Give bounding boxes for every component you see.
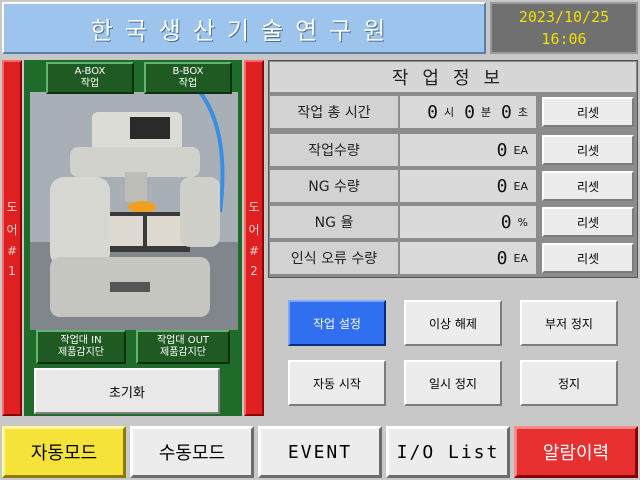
out-sensor-indicator: 작업대 OUT 제품감지단 [136,330,230,364]
total-time-value: 0 시 0 분 0 초 [400,96,536,128]
reset-ng-rate-button[interactable]: 리셋 [542,207,634,237]
door-2-char: 어 [248,223,260,237]
ng-rate-value: 0 % [400,206,536,238]
recognition-error-label: 인식 오류 수량 [270,242,398,274]
work-setting-button[interactable]: 작업 설정 [288,300,386,346]
ng-rate-unit: % [517,215,528,229]
auto-start-button[interactable]: 자동 시작 [288,360,386,406]
door-1-char: # [6,244,18,258]
door-1-char: 어 [6,223,18,237]
app-title: 한국생산기술연구원 [2,2,486,54]
datetime-display: 2023/10/25 16:06 [490,2,638,54]
a-box-line1: A-BOX [74,66,106,77]
minutes-value: 0 [464,101,475,123]
buzzer-stop-button[interactable]: 부저 정지 [520,300,618,346]
door-1-char: 1 [8,264,16,278]
ng-count-value: 0 EA [400,170,536,202]
door-2-indicator: 도 어 # 2 [244,60,264,416]
recognition-error-value: 0 EA [400,242,536,274]
tab-manual-mode[interactable]: 수동모드 [130,426,254,478]
hours-value: 0 [427,101,438,123]
fault-clear-button[interactable]: 이상 해제 [404,300,502,346]
robot-camera-image [30,92,238,330]
out-sensor-line2: 제품감지단 [160,347,206,358]
in-sensor-line1: 작업대 IN [60,335,102,346]
in-sensor-indicator: 작업대 IN 제품감지단 [36,330,126,364]
work-count-value: 0 EA [400,134,536,166]
tab-alarm-history[interactable]: 알람이력 [514,426,638,478]
hours-unit: 시 [443,106,455,119]
work-count-label: 작업수량 [270,134,398,166]
door-2-char: # [248,244,260,258]
reset-recognition-error-button[interactable]: 리셋 [542,243,634,273]
tab-io-list[interactable]: I/O List [386,426,510,478]
tab-auto-mode[interactable]: 자동모드 [2,426,126,478]
reset-work-count-button[interactable]: 리셋 [542,135,634,165]
in-sensor-line2: 제품감지단 [58,347,104,358]
work-info-title: 작업정보 [270,62,636,92]
initialize-button[interactable]: 초기화 [34,368,220,414]
stop-button[interactable]: 정지 [520,360,618,406]
b-box-indicator: B-BOX 작업 [144,62,232,94]
recognition-error-number: 0 [496,247,508,269]
robot-illustration [30,92,238,330]
door-1-char: 도 [6,200,18,214]
ng-count-unit: EA [513,179,528,193]
total-time-label: 작업 총 시간 [270,96,398,128]
date-text: 2023/10/25 [518,8,610,26]
time-text: 16:06 [541,30,587,48]
a-box-indicator: A-BOX 작업 [46,62,134,94]
minutes-unit: 분 [480,106,492,119]
door-2-char: 2 [250,264,258,278]
work-count-number: 0 [496,139,508,161]
seconds-value: 0 [501,101,512,123]
seconds-unit: 초 [517,106,528,119]
recognition-error-unit: EA [513,251,528,265]
ng-count-label: NG 수량 [270,170,398,202]
b-box-line2: 작업 [178,78,198,89]
reset-ng-count-button[interactable]: 리셋 [542,171,634,201]
reset-total-time-button[interactable]: 리셋 [542,97,634,127]
tab-event[interactable]: EVENT [258,426,382,478]
door-1-indicator: 도 어 # 1 [2,60,22,416]
a-box-line2: 작업 [80,78,100,89]
ng-rate-label: NG 율 [270,206,398,238]
pause-button[interactable]: 일시 정지 [404,360,502,406]
door-2-char: 도 [248,200,260,214]
b-box-line1: B-BOX [172,66,204,77]
ng-count-number: 0 [496,175,508,197]
work-count-unit: EA [513,143,528,157]
ng-rate-number: 0 [500,211,512,233]
out-sensor-line1: 작업대 OUT [156,335,210,346]
